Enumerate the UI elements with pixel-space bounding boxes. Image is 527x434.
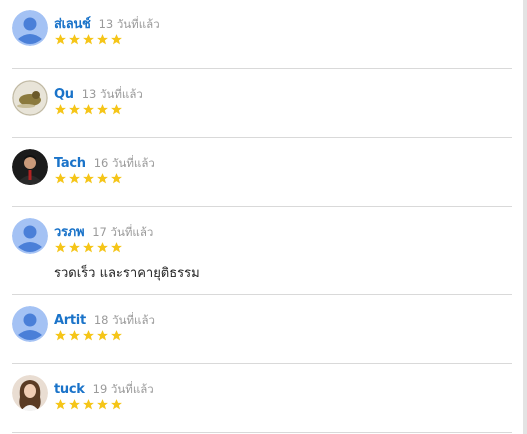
reviewer-name[interactable]: วรภพ [54,225,85,240]
star-icon [110,103,123,117]
star-icon [110,172,123,186]
reviewer-name[interactable]: Artit [54,313,86,328]
star-icon [54,329,67,343]
reviewer-name[interactable]: Qu [54,87,74,102]
star-icon [96,103,109,117]
star-icon [68,398,81,412]
star-icon [54,103,67,117]
review-item: Artit 18 วันที่แล้ว [12,295,512,364]
review-item: Tach 16 วันที่แล้ว [12,138,512,207]
star-icon [110,241,123,255]
star-icon [96,241,109,255]
review-comment: รวดเร็ว และราคายุติธรรม [54,266,200,281]
star-icon [110,33,123,47]
star-rating [54,329,123,343]
star-icon [68,172,81,186]
photo-avatar-bird [12,80,48,116]
review-item: วรภพ 17 วันที่แล้ว รวดเร็ว และราคายุติธรร… [12,207,512,295]
reviewer-name[interactable]: ส่เลนช์ [54,17,91,32]
review-item: Qu 13 วันที่แล้ว [12,69,512,138]
star-icon [82,103,95,117]
star-icon [54,172,67,186]
review-list: ส่เลนช์ 13 วันที่แล้ว Qu 13 วันที่แล้ว Tac… [12,0,512,433]
default-person-icon [12,218,48,254]
star-icon [68,103,81,117]
default-person-icon [12,306,48,342]
star-icon [68,241,81,255]
star-icon [54,398,67,412]
default-person-icon [12,10,48,46]
review-time: 17 วันที่แล้ว [92,225,154,239]
star-rating [54,172,123,186]
photo-avatar-woman [12,375,48,411]
star-icon [82,172,95,186]
star-icon [68,33,81,47]
star-icon [82,329,95,343]
review-time: 13 วันที่แล้ว [98,17,160,31]
star-rating [54,103,123,117]
reviewer-name[interactable]: Tach [54,156,86,171]
star-rating [54,33,123,47]
star-icon [54,33,67,47]
review-time: 18 วันที่แล้ว [93,313,155,327]
photo-avatar-man [12,149,48,185]
star-icon [110,398,123,412]
star-rating [54,241,123,255]
reviewer-name[interactable]: tuck [54,382,85,397]
star-icon [96,329,109,343]
star-rating [54,398,123,412]
star-icon [96,33,109,47]
star-icon [96,398,109,412]
star-icon [82,241,95,255]
review-time: 16 วันที่แล้ว [93,156,155,170]
review-item: tuck 19 วันที่แล้ว [12,364,512,433]
star-icon [96,172,109,186]
review-time: 13 วันที่แล้ว [81,87,143,101]
star-icon [68,329,81,343]
scroll-edge [523,0,527,434]
review-item: ส่เลนช์ 13 วันที่แล้ว [12,0,512,69]
review-time: 19 วันที่แล้ว [92,382,154,396]
star-icon [82,398,95,412]
star-icon [82,33,95,47]
star-icon [110,329,123,343]
star-icon [54,241,67,255]
